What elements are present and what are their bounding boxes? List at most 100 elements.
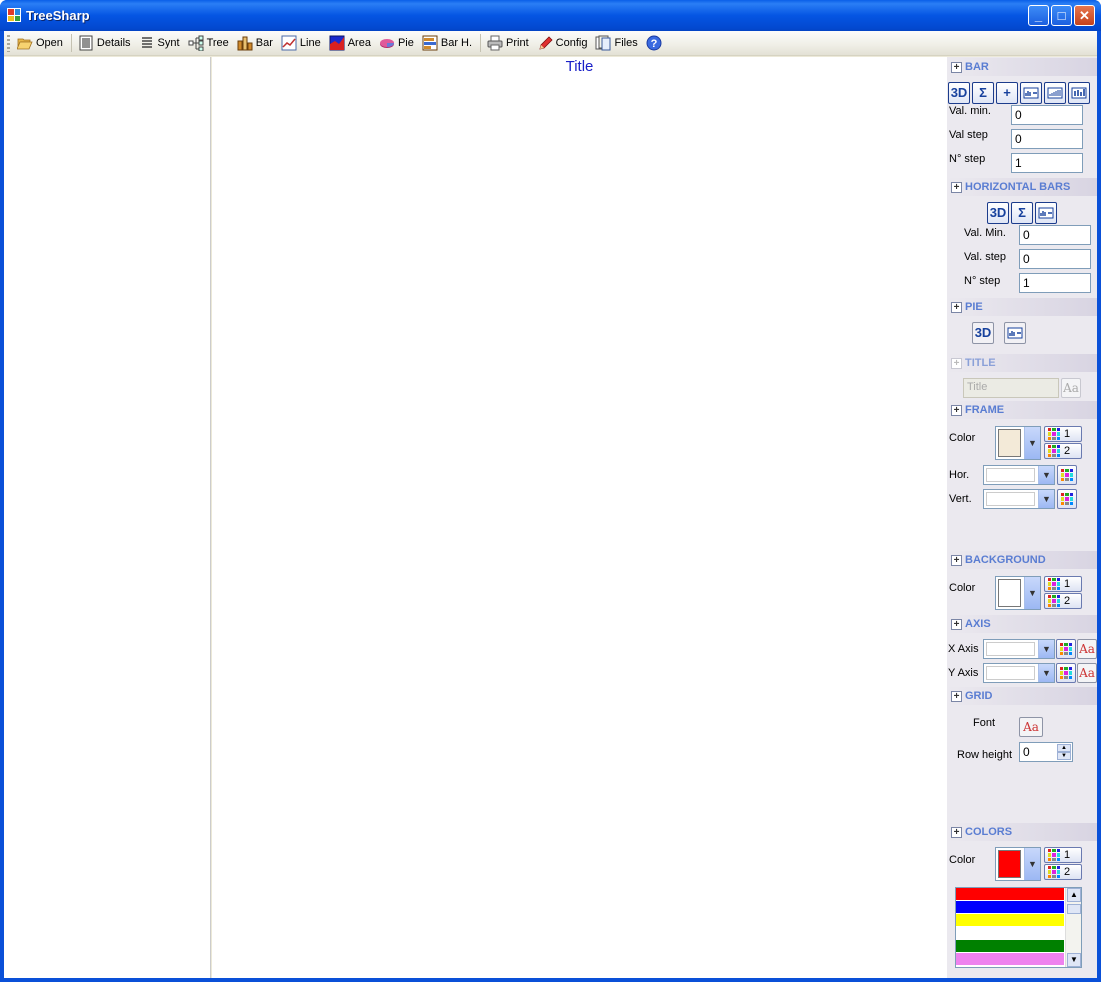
pie-button[interactable]: Pie xyxy=(376,32,417,54)
synt-button[interactable]: Synt xyxy=(136,32,183,54)
print-button[interactable]: Print xyxy=(484,32,532,54)
hbar-val-min-input[interactable]: 0 xyxy=(1019,225,1091,245)
title-section-header[interactable]: + TITLE xyxy=(947,354,1097,372)
colors-palette-2-button[interactable]: 2 xyxy=(1044,864,1082,880)
expand-icon[interactable]: + xyxy=(951,618,962,630)
frame-section-header[interactable]: + FRAME xyxy=(947,401,1097,419)
expand-icon[interactable]: + xyxy=(951,554,962,566)
bar-val-step-input[interactable]: 0 xyxy=(1011,129,1083,149)
colors-section-header[interactable]: + COLORS xyxy=(947,823,1097,841)
help-button[interactable]: ? xyxy=(643,32,668,54)
maximize-button[interactable]: □ xyxy=(1051,5,1072,26)
bar-plus-button[interactable]: + xyxy=(996,82,1018,104)
area-button[interactable]: Area xyxy=(326,32,374,54)
color-list-item[interactable] xyxy=(956,914,1064,927)
pie-3d-button[interactable]: 3D xyxy=(972,322,994,344)
bar-section-header[interactable]: + BAR xyxy=(947,58,1097,76)
background-section-header[interactable]: + BACKGROUND xyxy=(947,551,1097,569)
config-button[interactable]: Config xyxy=(534,32,591,54)
close-button[interactable]: ✕ xyxy=(1074,5,1095,26)
frame-vert-palette-button[interactable] xyxy=(1057,489,1077,509)
expand-icon[interactable]: + xyxy=(951,826,962,838)
title-bar[interactable]: TreeSharp _ □ ✕ xyxy=(0,0,1101,31)
expand-icon[interactable]: + xyxy=(951,301,962,313)
open-button[interactable]: Open xyxy=(14,32,66,54)
scroll-up-icon[interactable]: ▲ xyxy=(1067,888,1081,902)
minimize-button[interactable]: _ xyxy=(1028,5,1049,26)
colors-palette-1-button[interactable]: 1 xyxy=(1044,847,1082,863)
bar-sum-button[interactable]: Σ xyxy=(972,82,994,104)
background-palette-1-button[interactable]: 1 xyxy=(1044,576,1082,592)
x-axis-palette-button[interactable] xyxy=(1056,639,1076,659)
hbar-n-step-input[interactable]: 1 xyxy=(1019,273,1091,293)
color-list-item[interactable] xyxy=(956,901,1064,914)
frame-palette-2-button[interactable]: 2 xyxy=(1044,443,1082,459)
colors-color-combo[interactable]: ▼ xyxy=(995,847,1041,881)
colors-list[interactable]: ▲ ▼ xyxy=(955,887,1082,968)
background-color-combo[interactable]: ▼ xyxy=(995,576,1041,610)
chevron-down-icon[interactable]: ▼ xyxy=(1024,427,1040,459)
spinner-down-icon[interactable]: ▼ xyxy=(1057,752,1071,760)
spinner-up-icon[interactable]: ▲ xyxy=(1057,744,1071,752)
tree-button[interactable]: Tree xyxy=(185,32,232,54)
expand-icon[interactable]: + xyxy=(951,690,962,702)
y-axis-palette-button[interactable] xyxy=(1056,663,1076,683)
frame-palette-1-button[interactable]: 1 xyxy=(1044,426,1082,442)
background-palette-2-button[interactable]: 2 xyxy=(1044,593,1082,609)
pie-section-header[interactable]: + PIE xyxy=(947,298,1097,316)
pie-legend-icon xyxy=(1007,327,1023,339)
hbar-val-step-input[interactable]: 0 xyxy=(1019,249,1091,269)
bar-values-button[interactable] xyxy=(1068,82,1090,104)
title-font-button[interactable]: Aa xyxy=(1061,378,1081,398)
chevron-down-icon[interactable]: ▼ xyxy=(1038,490,1054,508)
files-button[interactable]: Files xyxy=(592,32,640,54)
expand-icon[interactable]: + xyxy=(951,357,962,369)
x-axis-font-button[interactable]: Aa xyxy=(1077,639,1097,659)
hbar-3d-button[interactable]: 3D xyxy=(987,202,1009,224)
frame-hor-swatch xyxy=(986,468,1035,482)
chevron-down-icon[interactable]: ▼ xyxy=(1024,848,1040,880)
hbar-section-header[interactable]: + HORIZONTAL BARS xyxy=(947,178,1097,196)
color-list-item[interactable] xyxy=(956,888,1064,901)
colors-list-scrollbar[interactable]: ▲ ▼ xyxy=(1065,888,1081,967)
chart-area[interactable]: Title xyxy=(212,57,947,978)
frame-vert-combo[interactable]: ▼ xyxy=(983,489,1055,509)
expand-icon[interactable]: + xyxy=(951,404,962,416)
title-input[interactable]: Title xyxy=(963,378,1059,398)
line-button[interactable]: Line xyxy=(278,32,324,54)
toolbar-grip[interactable] xyxy=(7,34,10,52)
chevron-down-icon[interactable]: ▼ xyxy=(1038,466,1054,484)
chevron-down-icon[interactable]: ▼ xyxy=(1038,664,1054,682)
expand-icon[interactable]: + xyxy=(951,181,962,193)
frame-hor-palette-button[interactable] xyxy=(1057,465,1077,485)
hbar-sum-button[interactable]: Σ xyxy=(1011,202,1033,224)
color-list-item[interactable] xyxy=(956,953,1064,966)
y-axis-color-combo[interactable]: ▼ xyxy=(983,663,1055,683)
tree-pane[interactable] xyxy=(4,57,211,978)
x-axis-color-combo[interactable]: ▼ xyxy=(983,639,1055,659)
bar-scale-button[interactable] xyxy=(1044,82,1066,104)
row-height-spinner[interactable]: 0 ▲ ▼ xyxy=(1019,742,1073,762)
frame-hor-combo[interactable]: ▼ xyxy=(983,465,1055,485)
chevron-down-icon[interactable]: ▼ xyxy=(1024,577,1040,609)
bar-3d-button[interactable]: 3D xyxy=(948,82,970,104)
color-list-item[interactable] xyxy=(956,927,1064,940)
bar-button[interactable]: Bar xyxy=(234,32,276,54)
grid-font-button[interactable]: Aa xyxy=(1019,717,1043,737)
scroll-thumb[interactable] xyxy=(1067,904,1081,914)
hbar-legend-button[interactable] xyxy=(1035,202,1057,224)
y-axis-font-button[interactable]: Aa xyxy=(1077,663,1097,683)
scroll-down-icon[interactable]: ▼ xyxy=(1067,953,1081,967)
frame-color-combo[interactable]: ▼ xyxy=(995,426,1041,460)
details-button[interactable]: Details xyxy=(75,32,134,54)
bar-n-step-input[interactable]: 1 xyxy=(1011,153,1083,173)
color-list-item[interactable] xyxy=(956,940,1064,953)
bar-h-button[interactable]: Bar H. xyxy=(419,32,475,54)
chevron-down-icon[interactable]: ▼ xyxy=(1038,640,1054,658)
axis-section-header[interactable]: + AXIS xyxy=(947,615,1097,633)
bar-val-min-input[interactable]: 0 xyxy=(1011,105,1083,125)
bar-legend-button[interactable] xyxy=(1020,82,1042,104)
grid-section-header[interactable]: + GRID xyxy=(947,687,1097,705)
expand-icon[interactable]: + xyxy=(951,61,962,73)
pie-legend-button[interactable] xyxy=(1004,322,1026,344)
